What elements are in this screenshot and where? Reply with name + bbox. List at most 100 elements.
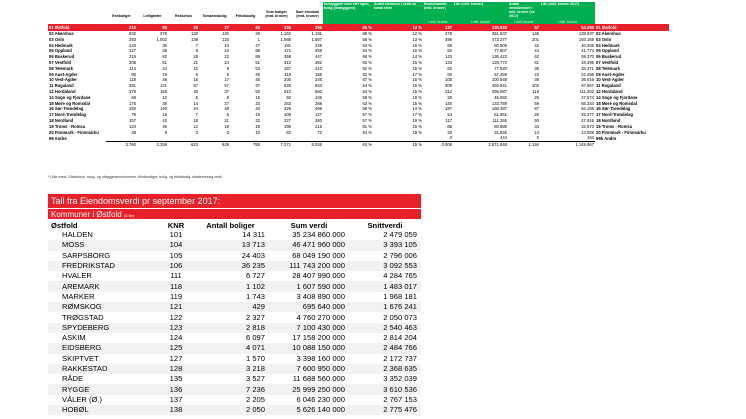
section-subtitle-text: Kommuner i Østfold — [51, 210, 122, 219]
average-value: 2 050 073 — [383, 312, 417, 322]
municipality-table-body: HALDEN 101 14 311 35 234 860 000 2 479 059 MO… — [48, 230, 421, 416]
sum-value: 695 640 000 — [269, 302, 349, 313]
table-row: FREDRIKSTAD 106 36 235 111 743 200 000 3 092… — [48, 260, 421, 272]
total-row: 01 Østfold 215 68 26 27 60 335 396 65 % 14 % 137 13… — [48, 24, 669, 31]
average-value: 1 483 017 — [349, 281, 421, 292]
municipality-knr: 121 — [160, 302, 192, 313]
homes-count: 6 097 — [245, 333, 265, 343]
homes-count: 2 205 — [245, 394, 265, 404]
sum-value: 68 049 190 000 — [292, 250, 345, 260]
sum-value: 35 234 860 000 — [292, 230, 345, 240]
column-header-knr: KNR — [167, 221, 185, 230]
table-cell: 60 — [230, 24, 261, 31]
municipality-name: ASKIM — [62, 333, 86, 343]
sum-value: 17 158 200 000 — [292, 333, 345, 343]
table-row: AREMARK 118 1 102 1 607 590 000 1 483 017 — [48, 281, 421, 292]
table-row: VÅLER (Ø.) 137 2 205 6 046 230 000 2 767 153 — [48, 395, 421, 405]
header-cell: Leiligheter — [143, 14, 162, 18]
header-cell: Fritidsbolig — [235, 14, 256, 18]
homes-count: 1 102 — [192, 281, 269, 292]
sum-value: 46 471 960 000 — [269, 240, 349, 251]
table-row: SKIPTVET 127 1 570 3 398 160 000 2 172 737 — [48, 354, 421, 364]
header-cell: Andel eiendom i verdi av totalt eiere — [373, 2, 423, 18]
section-subtitle: Kommuner i Østfold (1 lkr) — [48, 208, 421, 219]
homes-count: 2 050 — [192, 405, 269, 416]
table-cell: 20 Finnmark - Finnmárku — [49, 129, 99, 135]
average-value: 2 540 463 — [349, 322, 421, 333]
municipality-knr: 128 — [160, 363, 192, 375]
sum-value: 10 088 150 000 — [269, 343, 349, 354]
municipality-name: TRØGSTAD — [62, 312, 104, 322]
table-row: HALDEN 101 14 311 35 234 860 000 2 479 059 — [48, 230, 421, 240]
municipality-name: HVALER — [62, 271, 92, 281]
municipality-knr: 123 — [160, 322, 192, 333]
municipality-knr: 135 — [169, 374, 183, 384]
municipality-name: AREMARK — [48, 281, 160, 292]
homes-count: 2 818 — [192, 322, 269, 333]
municipality-knr: 124 — [169, 333, 183, 343]
average-value: 2 775 476 — [349, 405, 421, 416]
average-value: 2 172 737 — [383, 353, 417, 363]
header-cell: Rekkehus — [175, 14, 192, 18]
county-table: Eneboliger Leiligheter Rekkehus Tomannsb… — [48, 2, 669, 148]
table-cell: 26 — [168, 24, 199, 31]
table-row: TRØGSTAD 122 2 327 4 760 270 000 2 050 073 — [48, 312, 421, 322]
table-cell: 57 — [508, 24, 540, 31]
municipality-name: HOBØL — [48, 405, 160, 416]
table-row: HOBØL 138 2 050 5 626 140 000 2 775 476 — [48, 405, 421, 416]
municipality-knr: 119 — [169, 291, 183, 301]
table-cell: 137 — [423, 24, 453, 31]
municipality-name: RYGGE — [48, 384, 160, 395]
table-cell: 27 — [199, 24, 230, 31]
table-cell: 7.271 — [261, 140, 292, 148]
municipality-name: HALDEN — [62, 230, 93, 240]
municipality-knr: 111 — [170, 271, 182, 281]
table-cell: 1.194 — [508, 140, 540, 148]
table-header-row: Østfold KNR Antall boliger Sum verdi Sni… — [48, 219, 421, 230]
table-cell: 01 Østfold — [595, 24, 669, 31]
municipality-name: RÅDE — [62, 374, 84, 384]
average-value: 2 767 153 — [383, 394, 417, 404]
county-table-body: 01 Østfold 215 68 26 27 60 335 396 65 % 14 % 137 13… — [48, 24, 669, 148]
average-value: 3 352 039 — [383, 374, 417, 384]
table-cell: 3.760 — [106, 140, 137, 148]
column-header-homes: Antall boliger — [206, 221, 255, 230]
table-header-row: Eneboliger Leiligheter Rekkehus Tomannsb… — [48, 2, 669, 18]
table-cell: 755 — [230, 140, 261, 148]
table-cell: 65 % — [323, 24, 373, 31]
sum-value: 25 999 250 000 — [269, 384, 349, 395]
header-cell: Innbyggere som eier egen bolig (innbygge… — [323, 2, 373, 18]
average-value: 2 479 059 — [383, 230, 417, 240]
table-row: SARPSBORG 105 24 403 68 049 190 000 2 796 00… — [48, 251, 421, 261]
table-row: SPYDEBERG 123 2 818 7 100 430 000 2 540 463 — [48, 322, 421, 333]
table-cell: 2.259 — [137, 140, 168, 148]
header-cell: Sum eiendom (mrd. kroner) — [295, 10, 320, 18]
municipality-name: MARKER — [62, 291, 95, 301]
table-cell: 54.396 — [540, 24, 595, 31]
homes-count: 14 311 — [242, 230, 265, 240]
column-header-sum: Sum verdi — [290, 221, 328, 230]
municipality-table: Østfold KNR Antall boliger Sum verdi Sni… — [48, 219, 421, 416]
table-cell: 215 — [106, 24, 137, 31]
table-cell: 8.026 — [292, 140, 323, 148]
average-value: 3 092 553 — [349, 260, 421, 272]
sum-value: 111 743 200 000 — [269, 260, 349, 272]
table-row: RAKKESTAD 128 3 218 7 600 950 000 2 368 635 — [48, 363, 421, 375]
table-row: MARKER 119 1 743 3 408 890 000 1 968 181 — [48, 292, 421, 302]
table-cell: 01 Østfold — [48, 24, 106, 31]
header-cell: Antall eiendommer i mill. kroner (ca 201… — [508, 2, 540, 18]
average-value: 2 368 635 — [349, 363, 421, 375]
homes-count: 7 236 — [192, 384, 269, 395]
table-row: RØMSKOG 121 429 695 640 000 1 676 241 — [48, 302, 421, 313]
homes-count: 2 327 — [245, 312, 265, 322]
homes-count: 3 527 — [245, 374, 265, 384]
municipality-knr: 138 — [160, 405, 192, 416]
average-value: 1 676 241 — [349, 302, 421, 313]
homes-count: 36 235 — [192, 260, 269, 272]
average-value: 3 393 105 — [349, 240, 421, 251]
table-row: HVALER 111 6 727 28 407 990 000 4 284 765 — [48, 271, 421, 281]
sum-value: 1 607 590 000 — [269, 281, 349, 292]
header-cell — [595, 2, 669, 18]
table-cell: 622 — [168, 140, 199, 148]
table-cell: 3.008 — [423, 140, 453, 148]
